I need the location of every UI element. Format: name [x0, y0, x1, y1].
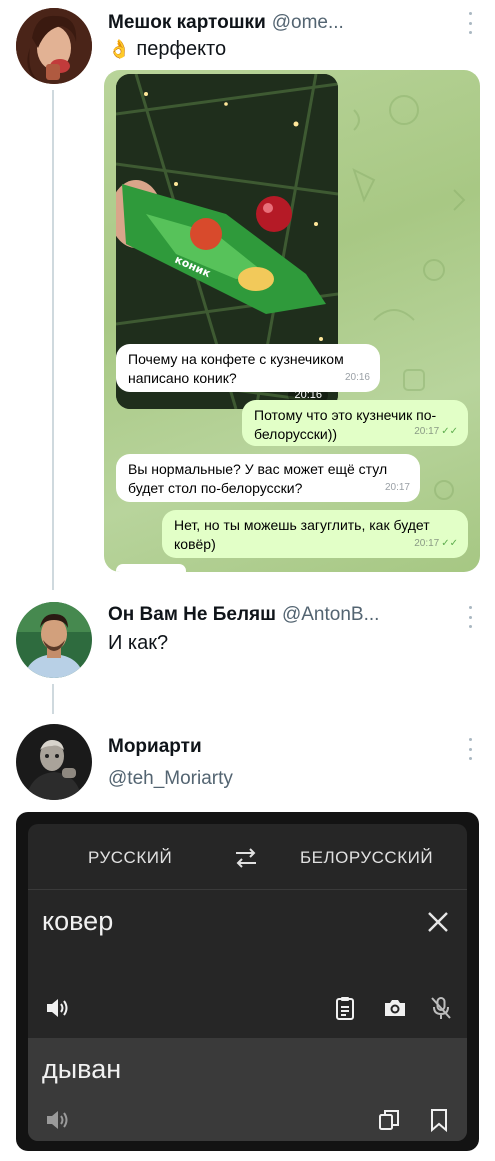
source-text-input[interactable]: ковер — [42, 906, 113, 937]
language-bar: РУССКИЙ БЕЛОРУССКИЙ — [28, 824, 467, 890]
source-language[interactable]: РУССКИЙ — [88, 848, 172, 868]
author-name[interactable]: Мешок картошки — [108, 12, 266, 34]
copy-icon[interactable] — [376, 1107, 402, 1133]
translated-text[interactable]: дыван — [42, 1054, 121, 1085]
message-time: 20:17 ✓✓ — [414, 538, 458, 549]
thread-line — [52, 684, 54, 714]
author-name[interactable]: Мориарти — [108, 736, 202, 758]
author-name[interactable]: Он Вам Не Беляш — [108, 604, 276, 626]
message-bubble[interactable]: Потому что это кузнечик по-белорусски)) … — [242, 400, 468, 446]
author-handle[interactable]: @teh_Moriarty — [108, 768, 233, 790]
read-ticks-icon: ✓✓ — [441, 538, 458, 549]
close-icon[interactable] — [426, 910, 450, 934]
message-time: 20:17 — [384, 482, 410, 493]
mic-off-icon[interactable] — [428, 995, 454, 1021]
tweet[interactable]: Мешок картошки @ome... 👌 перфекто коник … — [0, 0, 495, 590]
more-options-icon[interactable] — [467, 606, 473, 628]
tweet-text: И как? — [108, 632, 169, 654]
attached-image[interactable]: коник 20:16 Почему на конфете с кузнечик… — [104, 70, 480, 572]
message-bubble[interactable]: Вы нормальные? У вас может ещё стул буде… — [116, 454, 420, 502]
bookmark-icon[interactable] — [426, 1107, 452, 1133]
message-time: 20:16 — [344, 372, 370, 383]
message-time: 20:17 ✓✓ — [414, 426, 458, 437]
tweet[interactable]: Мориарти @teh_Moriarty — [0, 720, 495, 810]
author-handle[interactable]: @AntonB... — [282, 604, 379, 626]
avatar[interactable] — [16, 724, 92, 800]
speaker-icon[interactable] — [44, 1107, 70, 1133]
avatar[interactable] — [16, 8, 92, 84]
message-bubble[interactable]: Почему на конфете с кузнечиком написано … — [116, 344, 380, 392]
speaker-icon[interactable] — [44, 995, 70, 1021]
read-ticks-icon: ✓✓ — [441, 426, 458, 437]
message-text: Почему на конфете с кузнечиком написано … — [128, 351, 344, 386]
partial-bubble — [116, 564, 186, 572]
ok-hand-emoji: 👌 — [108, 39, 131, 59]
target-language[interactable]: БЕЛОРУССКИЙ — [300, 848, 433, 868]
swap-icon[interactable] — [232, 844, 260, 872]
translator-panel: РУССКИЙ БЕЛОРУССКИЙ ковер дыван — [28, 824, 467, 1141]
more-options-icon[interactable] — [467, 738, 473, 760]
translator-screenshot[interactable]: РУССКИЙ БЕЛОРУССКИЙ ковер дыван — [16, 812, 479, 1151]
tweet[interactable]: Он Вам Не Беляш @AntonB... И как? — [0, 596, 495, 688]
message-text: Вы нормальные? У вас может ещё стул буде… — [128, 461, 388, 496]
translation-result: дыван — [28, 1038, 467, 1141]
author-handle[interactable]: @ome... — [272, 12, 344, 34]
message-bubble[interactable]: Нет, но ты можешь загуглить, как будет к… — [162, 510, 468, 558]
avatar[interactable] — [16, 602, 92, 678]
camera-icon[interactable] — [382, 995, 408, 1021]
more-options-icon[interactable] — [467, 12, 473, 34]
tweet-text: перфекто — [136, 38, 227, 60]
clipboard-icon[interactable] — [332, 995, 358, 1021]
